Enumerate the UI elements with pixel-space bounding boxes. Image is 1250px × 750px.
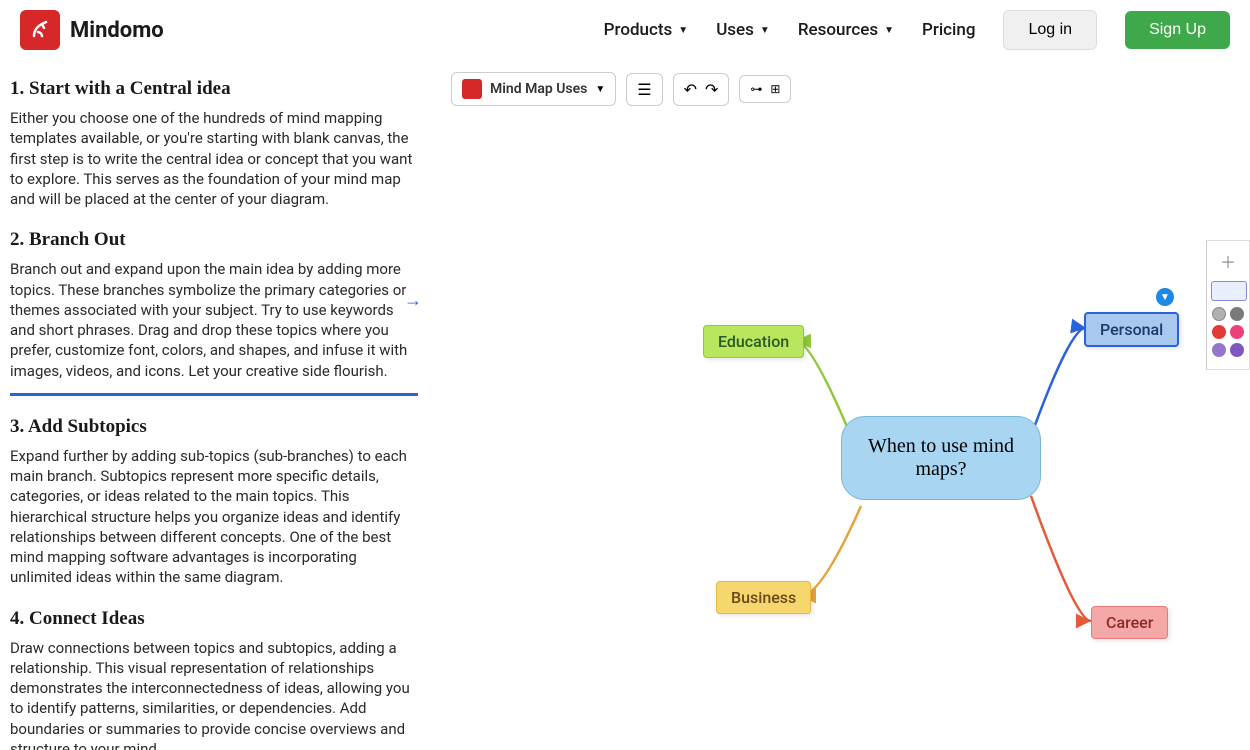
- palette-search[interactable]: [1211, 281, 1247, 301]
- palette-color[interactable]: [1212, 325, 1226, 339]
- toolbar: Mind Map Uses ▼ ☰ ↶ ↷ ⊶ ⊞: [451, 72, 1250, 106]
- brand-name: Mindomo: [70, 18, 164, 43]
- toolbar-title-group[interactable]: Mind Map Uses ▼: [451, 72, 616, 106]
- undo-button[interactable]: ↶: [684, 80, 697, 99]
- step-3: 3. Add Subtopics Expand further by addin…: [10, 416, 418, 588]
- step-2-body: Branch out and expand upon the main idea…: [10, 259, 418, 381]
- undo-redo-group: ↶ ↷: [673, 73, 730, 106]
- left-panel: → 1. Start with a Central idea Either yo…: [0, 60, 430, 750]
- hamburger-icon: ☰: [637, 80, 651, 99]
- step-1-title: 1. Start with a Central idea: [10, 78, 418, 100]
- palette-color[interactable]: [1230, 343, 1244, 357]
- node-education[interactable]: Education: [703, 325, 804, 358]
- node-badge-icon[interactable]: ▼: [1156, 288, 1174, 306]
- chevron-down-icon: ▼: [678, 25, 688, 36]
- right-panel: Mind Map Uses ▼ ☰ ↶ ↷ ⊶ ⊞: [430, 60, 1250, 750]
- chevron-down-icon: ▼: [760, 25, 770, 36]
- palette-color[interactable]: [1212, 343, 1226, 357]
- nav-resources[interactable]: Resources ▼: [798, 20, 894, 40]
- step-3-title: 3. Add Subtopics: [10, 416, 418, 438]
- chevron-down-icon: ▼: [595, 84, 605, 95]
- logo-icon: [20, 10, 60, 50]
- step-2: 2. Branch Out Branch out and expand upon…: [10, 229, 418, 396]
- signup-button[interactable]: Sign Up: [1125, 11, 1230, 49]
- nav-resources-label: Resources: [798, 20, 878, 40]
- node-personal[interactable]: Personal: [1084, 312, 1179, 347]
- nav-products-label: Products: [604, 20, 673, 40]
- central-node[interactable]: When to use mind maps?: [841, 416, 1041, 500]
- palette-color[interactable]: [1212, 307, 1226, 321]
- nav-pricing[interactable]: Pricing: [922, 20, 976, 40]
- link-icon[interactable]: ⊶: [750, 82, 762, 96]
- step-4-body: Draw connections between topics and subt…: [10, 638, 418, 750]
- step-4-title: 4. Connect Ideas: [10, 608, 418, 630]
- nav-uses[interactable]: Uses ▼: [716, 20, 770, 40]
- menu-button[interactable]: ☰: [626, 73, 662, 106]
- palette-color[interactable]: [1230, 307, 1244, 321]
- nav-products[interactable]: Products ▼: [604, 20, 689, 40]
- redo-button[interactable]: ↷: [705, 80, 718, 99]
- nav: Products ▼ Uses ▼ Resources ▼ Pricing Lo…: [604, 10, 1230, 50]
- step-4: 4. Connect Ideas Draw connections betwee…: [10, 608, 418, 750]
- mindmap-canvas[interactable]: When to use mind maps? Education Persona…: [451, 126, 1250, 686]
- layout-icon[interactable]: ⊞: [770, 82, 780, 96]
- step-3-body: Expand further by adding sub-topics (sub…: [10, 446, 418, 588]
- node-career[interactable]: Career: [1091, 606, 1168, 639]
- nav-pricing-label: Pricing: [922, 20, 976, 40]
- map-title: Mind Map Uses: [490, 81, 587, 97]
- palette-add[interactable]: ＋: [1211, 249, 1245, 273]
- app-icon: [462, 79, 482, 99]
- step-1: 1. Start with a Central idea Either you …: [10, 78, 418, 209]
- palette-color[interactable]: [1230, 325, 1244, 339]
- color-palette: ＋: [1206, 240, 1250, 370]
- nav-uses-label: Uses: [716, 20, 754, 40]
- step-2-title: 2. Branch Out: [10, 229, 418, 251]
- chevron-down-icon: ▼: [884, 25, 894, 36]
- header: Mindomo Products ▼ Uses ▼ Resources ▼ Pr…: [0, 0, 1250, 60]
- node-business[interactable]: Business: [716, 581, 811, 614]
- login-button[interactable]: Log in: [1003, 10, 1097, 50]
- insert-group: ⊶ ⊞: [739, 75, 791, 103]
- expand-arrow-icon[interactable]: →: [404, 290, 422, 311]
- logo-area[interactable]: Mindomo: [20, 10, 164, 50]
- step-1-body: Either you choose one of the hundreds of…: [10, 108, 418, 209]
- connectors: [451, 126, 1250, 686]
